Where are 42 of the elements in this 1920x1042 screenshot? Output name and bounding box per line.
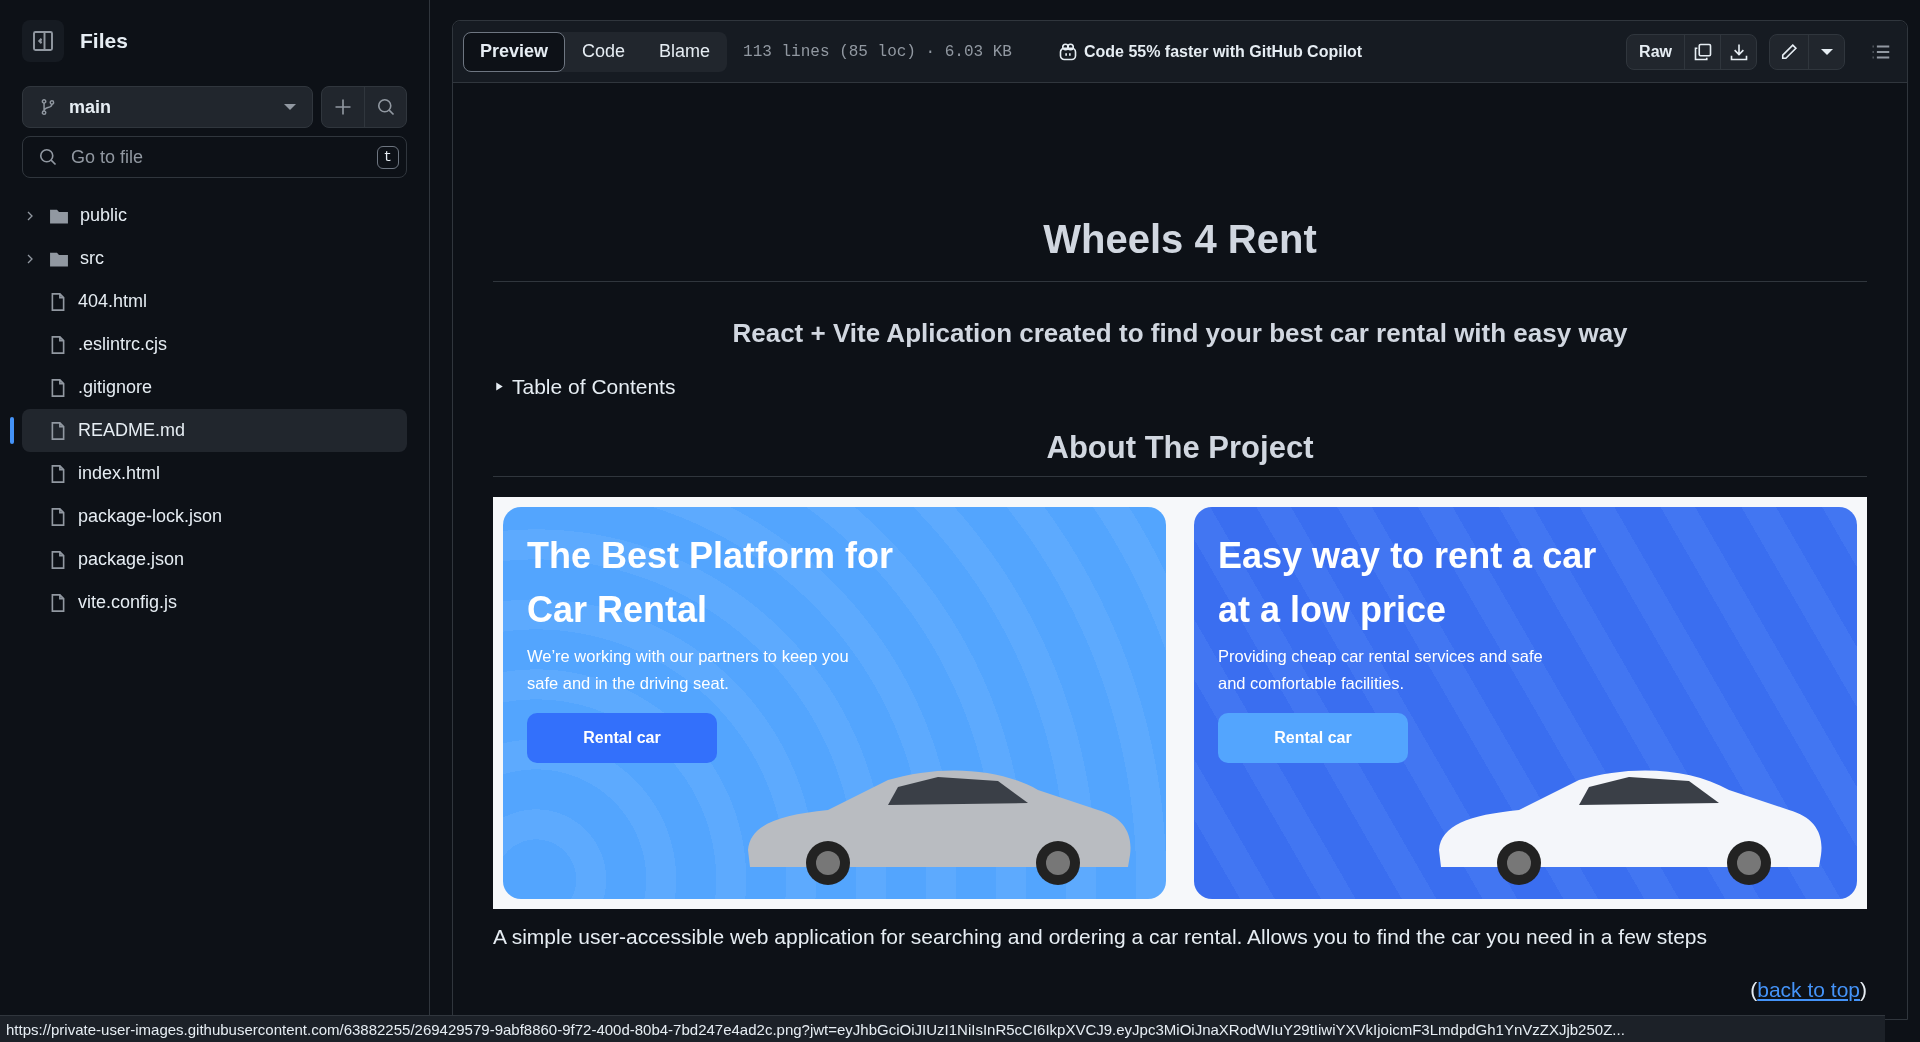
view-tab[interactable]: Blame bbox=[642, 31, 728, 72]
copilot-link[interactable]: Code 55% faster with GitHub Copilot bbox=[1051, 38, 1369, 65]
view-tab[interactable]: Code bbox=[565, 31, 643, 72]
search-icon bbox=[375, 97, 396, 117]
section-heading: About The Project bbox=[493, 428, 1867, 477]
sidebar-toggle-icon bbox=[31, 29, 55, 53]
copilot-icon bbox=[1057, 41, 1078, 62]
view-tab[interactable]: Preview bbox=[463, 31, 566, 72]
back-to-top-link[interactable]: back to top bbox=[1757, 978, 1860, 1002]
pencil-icon bbox=[1779, 41, 1799, 62]
branch-selector[interactable]: main bbox=[22, 86, 313, 128]
banner-headline: The Best Platform for Car Rental bbox=[527, 533, 895, 632]
branch-icon bbox=[39, 98, 57, 116]
copy-icon bbox=[1692, 41, 1713, 62]
banner-text: Providing cheap car rental services and safe and comfortable facilities. bbox=[1218, 645, 1544, 694]
search-icon bbox=[38, 147, 58, 167]
readme-description: A simple user-accessible web application for searching and ordering a car rental. Allows you to find the car you need in a few steps bbox=[493, 923, 1708, 950]
file-tree-item[interactable]: package-lock.json bbox=[22, 495, 407, 538]
rental-car-button[interactable]: Rental car bbox=[527, 712, 717, 763]
plus-icon bbox=[333, 97, 353, 117]
file-tree-item[interactable]: .eslintrc.cjs bbox=[22, 323, 407, 366]
banner-headline: Easy way to rent a car at a low price bbox=[1218, 533, 1598, 632]
file-tree-item[interactable]: package.json bbox=[22, 538, 407, 581]
collapse-sidebar-button[interactable] bbox=[22, 20, 64, 62]
caret-icon bbox=[284, 104, 296, 110]
readme-title: Wheels 4 Rent bbox=[493, 215, 1867, 282]
file-tree-item[interactable]: vite.config.js bbox=[22, 581, 407, 624]
file-tree-item[interactable]: .gitignore bbox=[22, 366, 407, 409]
caret-icon bbox=[1820, 48, 1833, 55]
file-tree-item[interactable]: src bbox=[22, 237, 407, 280]
banner-text: We’re working with our partners to keep you safe and in the driving seat. bbox=[527, 645, 850, 694]
table-of-contents-toggle[interactable]: Table of Contents bbox=[493, 371, 1867, 403]
file-tree-item[interactable]: public bbox=[22, 194, 407, 237]
bracket-text: ( bbox=[1750, 978, 1758, 1002]
bracket-text: ) bbox=[1860, 978, 1867, 1002]
file-tree-item[interactable]: 404.html bbox=[22, 280, 407, 323]
file-info: 113 lines (85 loc) · 6.03 KB bbox=[743, 41, 1012, 63]
sidebar-title: Files bbox=[80, 28, 128, 55]
status-url: https://private-user-images.githubusercontent.com/63882255/269429579-9abf8860-9f72-400d-80b4-7bd247e4ad2c.png?jwt=eyJhbGciOiJIUzI1NiIsInR5cCI6IkpXVCJ9.eyJpc3MiOiJnaXRodWIuY29tIiwiYXVkIjoicmF3LmdpdGh1YnVzZXJjb250Z... bbox=[0, 1015, 1885, 1042]
file-tree-item[interactable]: index.html bbox=[22, 452, 407, 495]
shortcut-key: t bbox=[376, 146, 399, 169]
readme-subtitle: React + Vite Aplication created to find your best car rental with easy way bbox=[731, 317, 1629, 350]
